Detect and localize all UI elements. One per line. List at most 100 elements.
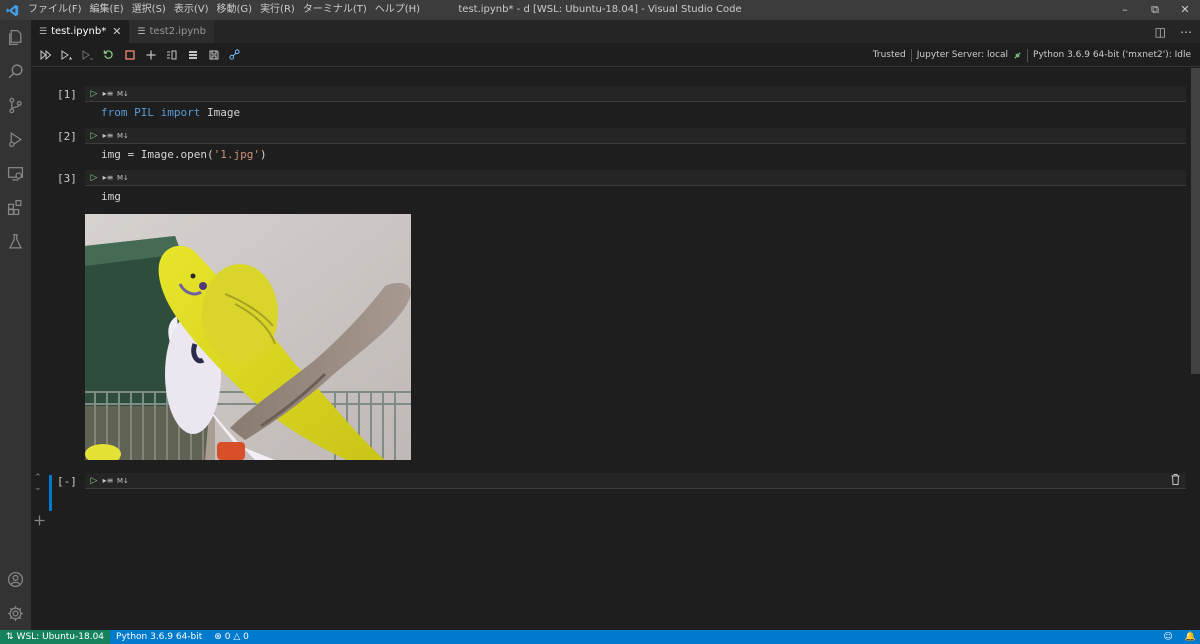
save-icon[interactable] — [203, 45, 224, 65]
cell-input-area[interactable] — [101, 491, 1186, 511]
explorer-icon[interactable] — [0, 20, 31, 54]
code-identifier: img = Image.open( — [101, 148, 214, 161]
editor-tabs: ☰ test.ipynb* ✕ ☰ test2.ipynb ◫ ⋯ — [31, 20, 1200, 43]
code-cell[interactable]: [2] ▷ ▸≡ M↓ img = Image.open('1.jpg') — [31, 128, 1188, 168]
menu-edit[interactable]: 編集(E) — [86, 0, 128, 20]
run-below-icon[interactable]: ▸≡ — [101, 173, 115, 182]
trusted-label[interactable]: Trusted — [868, 50, 911, 60]
menu-file[interactable]: ファイル(F) — [24, 0, 86, 20]
run-below-icon[interactable]: ▸≡ — [101, 89, 115, 98]
variables-icon[interactable] — [182, 45, 203, 65]
markdown-toggle[interactable]: M↓ — [117, 90, 129, 98]
account-icon[interactable] — [0, 562, 31, 596]
error-icon: ⊗ — [214, 632, 222, 642]
cell-toolbar: ▷ ▸≡ M↓ — [85, 128, 1186, 144]
run-above-icon[interactable] — [56, 45, 77, 65]
add-cell-icon[interactable] — [140, 45, 161, 65]
code-identifier: Image — [207, 106, 241, 119]
jupyter-server-label[interactable]: Jupyter Server: local — [912, 50, 1013, 60]
close-window-icon[interactable]: ✕ — [1170, 0, 1200, 20]
restore-icon[interactable]: ⧉ — [1140, 0, 1170, 20]
code-punct: ) — [259, 148, 267, 161]
run-below-icon[interactable]: ▸≡ — [101, 476, 115, 485]
minimize-icon[interactable]: – — [1110, 0, 1140, 20]
move-cell-down-icon[interactable]: ⌄ — [34, 483, 42, 493]
run-all-icon[interactable] — [35, 45, 56, 65]
tab-label: test2.ipynb — [149, 26, 206, 37]
kernel-label[interactable]: Python 3.6.9 64-bit ('mxnet2'): Idle — [1028, 50, 1196, 60]
vertical-scrollbar[interactable] — [1191, 68, 1200, 374]
cell-toolbar: ▷ ▸≡ M↓ — [85, 170, 1186, 186]
remote-icon: ⇅ — [6, 632, 14, 642]
run-cell-icon[interactable]: ▷ — [87, 476, 101, 486]
menu-go[interactable]: 移動(G) — [213, 0, 257, 20]
notebook-file-icon: ☰ — [137, 26, 146, 37]
activity-bar — [0, 20, 31, 630]
python-interpreter[interactable]: Python 3.6.9 64-bit — [110, 632, 208, 642]
tab-label: test.ipynb* — [51, 26, 107, 37]
clear-outputs-icon[interactable] — [161, 45, 182, 65]
code-cell[interactable]: [3] ▷ ▸≡ M↓ img — [31, 170, 1188, 462]
menu-selection[interactable]: 選択(S) — [128, 0, 170, 20]
markdown-toggle[interactable]: M↓ — [117, 477, 129, 485]
cell-code[interactable]: img = Image.open('1.jpg') — [101, 148, 267, 161]
cell-code[interactable]: from PIL import Image — [101, 106, 240, 119]
menu-help[interactable]: ヘルプ(H) — [371, 0, 424, 20]
problems-indicator[interactable]: ⊗ 0 △ 0 — [208, 632, 255, 642]
notebook-editor: [1] ▷ ▸≡ M↓ from PIL import Image [2] ▷ … — [31, 68, 1200, 630]
testing-flask-icon[interactable] — [0, 224, 31, 258]
split-editor-icon[interactable]: ◫ — [1155, 25, 1166, 39]
restart-kernel-icon[interactable] — [98, 45, 119, 65]
cell-focus-indicator — [49, 475, 52, 511]
cell-toolbar: ▷ ▸≡ M↓ — [85, 473, 1186, 489]
warning-icon: △ — [233, 632, 241, 642]
menu-run[interactable]: 実行(R) — [256, 0, 299, 20]
code-cell[interactable]: [1] ▷ ▸≡ M↓ from PIL import Image — [31, 86, 1188, 126]
title-bar: ファイル(F) 編集(E) 選択(S) 表示(V) 移動(G) 実行(R) ター… — [0, 0, 1200, 20]
active-code-cell[interactable]: ⌃ ⌄ [-] ▷ ▸≡ M↓ — [31, 473, 1188, 513]
error-count: 0 — [224, 632, 231, 642]
server-connected-icon — [1014, 51, 1021, 59]
add-cell-icon[interactable] — [34, 515, 45, 529]
menu-terminal[interactable]: ターミナル(T) — [299, 0, 371, 20]
code-module: PIL — [134, 106, 154, 119]
search-icon[interactable] — [0, 54, 31, 88]
menu-view[interactable]: 表示(V) — [170, 0, 213, 20]
run-cell-icon[interactable]: ▷ — [87, 89, 101, 99]
remote-explorer-icon[interactable] — [0, 156, 31, 190]
run-below-icon[interactable]: ▸≡ — [101, 131, 115, 140]
settings-gear-icon[interactable] — [0, 596, 31, 630]
more-actions-icon[interactable]: ⋯ — [1180, 25, 1192, 39]
run-cell-icon[interactable]: ▷ — [87, 173, 101, 183]
code-keyword: from — [101, 106, 128, 119]
notifications-bell-icon[interactable]: 🔔 — [1185, 632, 1196, 642]
tab-test-ipynb[interactable]: ☰ test.ipynb* ✕ — [31, 20, 130, 43]
extensions-icon[interactable] — [0, 190, 31, 224]
notebook-toolbar: Trusted Jupyter Server: local Python 3.6… — [31, 43, 1200, 67]
run-below-icon[interactable] — [77, 45, 98, 65]
cell-code[interactable]: img — [101, 190, 121, 203]
markdown-toggle[interactable]: M↓ — [117, 132, 129, 140]
code-keyword: import — [160, 106, 201, 119]
run-cell-icon[interactable]: ▷ — [87, 131, 101, 141]
source-control-icon[interactable] — [0, 88, 31, 122]
remote-label: WSL: Ubuntu-18.04 — [16, 632, 105, 642]
code-identifier: img — [101, 190, 121, 203]
interrupt-kernel-icon[interactable] — [119, 45, 140, 65]
status-bar: ⇅ WSL: Ubuntu-18.04 Python 3.6.9 64-bit … — [0, 630, 1200, 644]
delete-cell-icon[interactable] — [1171, 474, 1180, 488]
vscode-logo-icon — [0, 0, 24, 20]
close-tab-icon[interactable]: ✕ — [112, 25, 121, 38]
warning-count: 0 — [243, 632, 249, 642]
cell-toolbar: ▷ ▸≡ M↓ — [85, 86, 1186, 102]
run-debug-icon[interactable] — [0, 122, 31, 156]
window-controls: – ⧉ ✕ — [1110, 0, 1200, 20]
tab-test2-ipynb[interactable]: ☰ test2.ipynb — [129, 20, 214, 43]
notebook-status: Trusted Jupyter Server: local Python 3.6… — [868, 43, 1196, 67]
feedback-icon[interactable]: ☺ — [1163, 632, 1172, 642]
cell-output-image — [85, 214, 411, 460]
move-cell-up-icon[interactable]: ⌃ — [34, 473, 42, 483]
export-icon[interactable] — [224, 45, 245, 65]
markdown-toggle[interactable]: M↓ — [117, 174, 129, 182]
remote-indicator[interactable]: ⇅ WSL: Ubuntu-18.04 — [0, 630, 111, 644]
